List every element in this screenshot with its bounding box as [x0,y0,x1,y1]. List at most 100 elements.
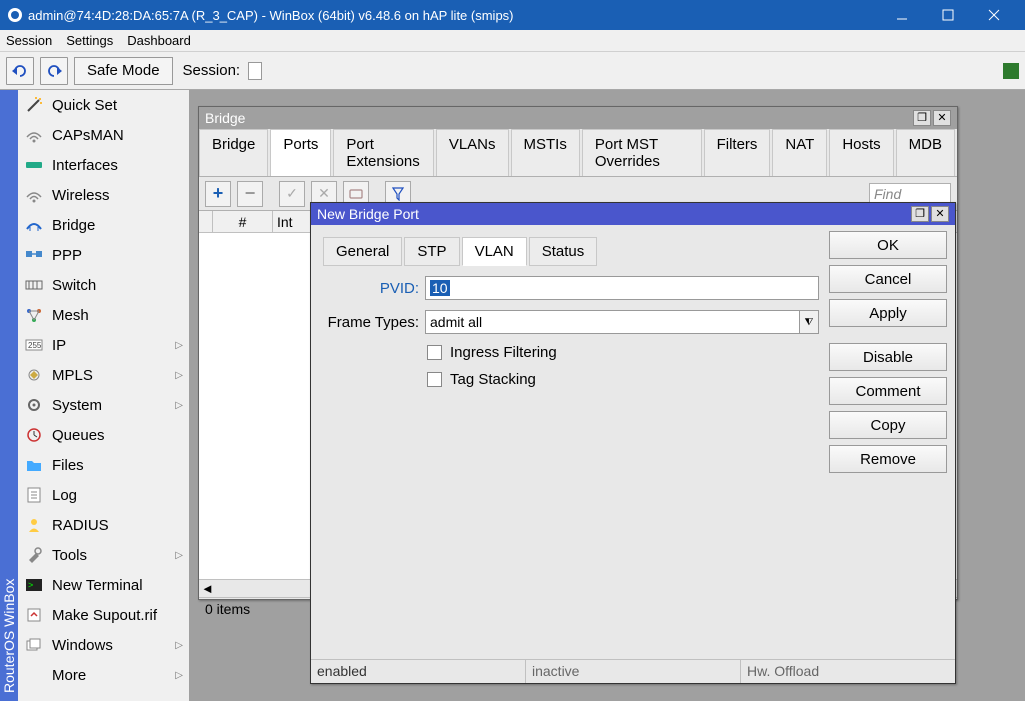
iface-icon [24,156,44,174]
windows-icon [24,636,44,654]
sidebar-item-queues[interactable]: Queues [18,420,189,450]
modal-tab-status[interactable]: Status [529,237,598,266]
supout-icon [24,606,44,624]
mpls-icon [24,366,44,384]
pvid-label: PVID: [319,280,419,297]
maximize-button[interactable] [925,0,971,30]
enable-button[interactable]: ✓ [279,181,305,207]
new-bridge-port-window: New Bridge Port ❐ ✕ GeneralSTPVLANStatus… [310,202,956,684]
main-toolbar: Safe Mode Session: [0,52,1025,90]
modal-body: GeneralSTPVLANStatus PVID: 10 Frame Type… [311,225,955,659]
modal-titlebar[interactable]: New Bridge Port ❐ ✕ [311,203,955,225]
minimize-button[interactable] [879,0,925,30]
chevron-right-icon: ▷ [175,370,183,381]
sidebar-item-bridge[interactable]: Bridge [18,210,189,240]
tab-mstis[interactable]: MSTIs [511,129,580,176]
bridge-titlebar[interactable]: Bridge ❐ ✕ [199,107,957,129]
sidebar-item-files[interactable]: Files [18,450,189,480]
sidebar: Quick SetCAPsMANInterfacesWirelessBridge… [18,90,190,701]
tab-ports[interactable]: Ports [270,129,331,176]
bridge-restore-button[interactable]: ❐ [913,110,931,126]
ip-icon: 255 [24,336,44,354]
tag-stacking-checkbox[interactable] [427,372,442,387]
queues-icon [24,426,44,444]
modal-restore-button[interactable]: ❐ [911,206,929,222]
status-inactive: inactive [526,660,741,683]
chevron-right-icon: ▷ [175,340,183,351]
copy-button[interactable]: Copy [829,411,947,439]
tab-vlans[interactable]: VLANs [436,129,509,176]
switch-icon [24,276,44,294]
add-button[interactable]: + [205,181,231,207]
modal-tab-general[interactable]: General [323,237,402,266]
connection-status-icon [1003,63,1019,79]
app-logo-icon [8,8,22,22]
wifi-icon [24,186,44,204]
tab-hosts[interactable]: Hosts [829,129,893,176]
wand-icon [24,96,44,114]
modal-tab-stp[interactable]: STP [404,237,459,266]
redo-button[interactable] [40,57,68,85]
menu-session[interactable]: Session [6,33,52,48]
sidebar-item-ip[interactable]: 255IP▷ [18,330,189,360]
menu-settings[interactable]: Settings [66,33,113,48]
pvid-input[interactable]: 10 [425,276,819,300]
ingress-filtering-checkbox[interactable] [427,345,442,360]
frame-types-dropdown-button[interactable]: ⧨ [799,310,819,334]
sidebar-item-new-terminal[interactable]: >New Terminal [18,570,189,600]
frame-types-input[interactable]: admit all [425,310,799,334]
sidebar-item-more[interactable]: More▷ [18,660,189,690]
undo-button[interactable] [6,57,34,85]
wifi-icon [24,126,44,144]
sidebar-item-switch[interactable]: Switch [18,270,189,300]
tab-nat[interactable]: NAT [772,129,827,176]
modal-statusbar: enabled inactive Hw. Offload [311,659,955,683]
close-button[interactable] [971,0,1017,30]
comment-button[interactable]: Comment [829,377,947,405]
sidebar-item-capsman[interactable]: CAPsMAN [18,120,189,150]
session-indicator[interactable] [248,62,262,80]
chevron-right-icon: ▷ [175,550,183,561]
window-titlebar: admin@74:4D:28:DA:65:7A (R_3_CAP) - WinB… [0,0,1025,30]
remove-button[interactable]: Remove [829,445,947,473]
tab-bridge[interactable]: Bridge [199,129,268,176]
remove-button[interactable]: − [237,181,263,207]
apply-button[interactable]: Apply [829,299,947,327]
modal-close-button[interactable]: ✕ [931,206,949,222]
bridge-tabs: BridgePortsPort ExtensionsVLANsMSTIsPort… [199,129,957,177]
grid-col-num[interactable]: # [213,211,273,232]
sidebar-item-wireless[interactable]: Wireless [18,180,189,210]
sidebar-item-mpls[interactable]: MPLS▷ [18,360,189,390]
sidebar-item-interfaces[interactable]: Interfaces [18,150,189,180]
terminal-icon: > [24,576,44,594]
sidebar-item-mesh[interactable]: Mesh [18,300,189,330]
tab-port-extensions[interactable]: Port Extensions [333,129,433,176]
sidebar-item-ppp[interactable]: PPP [18,240,189,270]
vertical-brand-bar: RouterOS WinBox [0,90,18,701]
menu-dashboard[interactable]: Dashboard [127,33,191,48]
modal-title: New Bridge Port [317,206,419,222]
sidebar-item-radius[interactable]: RADIUS [18,510,189,540]
sidebar-item-make-supout.rif[interactable]: Make Supout.rif [18,600,189,630]
tag-stacking-label: Tag Stacking [450,371,536,388]
menubar: Session Settings Dashboard [0,30,1025,52]
modal-tab-vlan[interactable]: VLAN [462,237,527,266]
disable-button[interactable]: Disable [829,343,947,371]
tab-filters[interactable]: Filters [704,129,771,176]
grid-col-int[interactable]: Int [273,211,311,232]
grid-col-flag[interactable] [199,211,213,232]
blank-icon [24,666,44,684]
sidebar-item-tools[interactable]: Tools▷ [18,540,189,570]
modal-tabs: GeneralSTPVLANStatus [319,233,819,266]
sidebar-item-system[interactable]: System▷ [18,390,189,420]
sidebar-item-log[interactable]: Log [18,480,189,510]
tab-mdb[interactable]: MDB [896,129,955,176]
safe-mode-button[interactable]: Safe Mode [74,57,173,85]
cancel-button[interactable]: Cancel [829,265,947,293]
ok-button[interactable]: OK [829,231,947,259]
tab-port-mst-overrides[interactable]: Port MST Overrides [582,129,702,176]
sidebar-item-windows[interactable]: Windows▷ [18,630,189,660]
bridge-close-button[interactable]: ✕ [933,110,951,126]
sidebar-item-quick-set[interactable]: Quick Set [18,90,189,120]
form-column: GeneralSTPVLANStatus PVID: 10 Frame Type… [319,231,819,657]
